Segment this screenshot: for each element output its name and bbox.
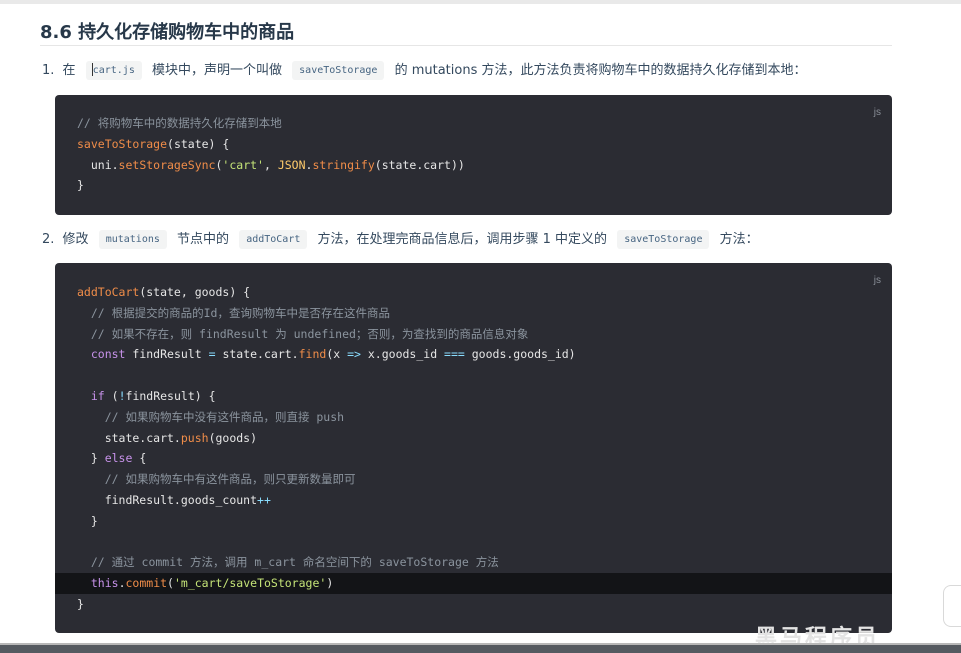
code-line: findResult.goods_count++	[55, 490, 892, 511]
code-token: (state, goods) {	[139, 285, 251, 299]
code-token: }	[77, 178, 84, 193]
code-line: this.commit('m_cart/saveToStorage')	[55, 573, 892, 594]
code-line: // 如果购物车中有这件商品，则只更新数量即可	[55, 469, 892, 490]
step-2: 2. 修改 mutations 节点中的 addToCart 方法，在处理完商品…	[42, 230, 759, 250]
inline-code-cart-js: cart.js	[85, 61, 142, 80]
code-token: else	[104, 451, 133, 466]
code-token: // 根据提交的商品的Id，查询购物车中是否存在这件商品	[77, 305, 390, 320]
code-line: // 如果购物车中没有这件商品，则直接 push	[55, 407, 892, 428]
code-token: if	[90, 388, 105, 403]
code-token: // 通过 commit 方法，调用 m_cart 命名空间下的 saveToS…	[77, 555, 499, 570]
code-line: const findResult = state.cart.find(x => …	[55, 344, 892, 365]
code-token: (x	[326, 347, 348, 362]
code-token: 'cart'	[222, 157, 264, 172]
inline-code-addtocart: addToCart	[239, 230, 308, 249]
inline-code-savetostorage: saveToStorage	[617, 230, 710, 249]
top-scroll-edge	[0, 0, 961, 4]
code-token: // 如果不存在，则 findResult 为 undefined；否则，为查找…	[77, 326, 529, 341]
code-token: (state.cart))	[374, 157, 465, 172]
code-token: (state) {	[167, 136, 230, 151]
code-line: uni.setStorageSync('cart', JSON.stringif…	[55, 155, 892, 176]
heading-divider	[40, 45, 892, 46]
step-text: 在	[62, 63, 76, 78]
step-text: 的 mutations 方法，此方法负责将购物车中的数据持久化存储到本地：	[394, 63, 807, 78]
code-line: // 通过 commit 方法，调用 m_cart 命名空间下的 saveToS…	[55, 552, 892, 573]
code-token: stringify	[312, 157, 375, 172]
inline-code-savetostorage: saveToStorage	[292, 61, 385, 80]
code-token: setStorageSync	[118, 157, 216, 172]
code-token: x.goods_id	[360, 347, 445, 362]
code-token: (	[167, 576, 174, 591]
side-float-button[interactable]	[943, 585, 961, 627]
code-content[interactable]: // 将购物车中的数据持久化存储到本地 saveToStorage(state) …	[55, 95, 892, 196]
code-line: } else {	[55, 448, 892, 469]
code-line: // 如果不存在，则 findResult 为 undefined；否则，为查找…	[55, 324, 892, 345]
step-text: 模块中，声明一个叫做	[152, 63, 283, 78]
code-token: // 如果购物车中没有这件商品，则直接 push	[77, 409, 345, 424]
code-line: }	[55, 511, 892, 532]
code-token: state.cart.	[77, 430, 181, 445]
bottom-scrollbar[interactable]	[0, 645, 961, 653]
code-token: findResult.goods_count	[77, 492, 258, 507]
step-text: 方法：	[719, 232, 759, 247]
code-token: ,	[263, 157, 278, 172]
code-token: (	[104, 388, 119, 403]
code-token: push	[180, 430, 209, 445]
code-token: =>	[347, 347, 361, 362]
step-text: 修改	[62, 232, 89, 247]
code-token: // 将购物车中的数据持久化存储到本地	[77, 116, 282, 130]
code-content[interactable]: addToCart(state, goods) { // 根据提交的商品的Id，…	[55, 263, 892, 615]
code-token: !	[118, 388, 126, 403]
code-token: // 如果购物车中有这件商品，则只更新数量即可	[77, 472, 356, 487]
code-line: if (!findResult) {	[55, 386, 892, 407]
code-token: state.cart.	[215, 347, 299, 362]
code-language-label: js	[873, 275, 881, 286]
code-token: ===	[444, 347, 465, 362]
step-1: 1. 在 cart.js 模块中，声明一个叫做 saveToStorage 的 …	[42, 61, 806, 81]
step-text: 节点中的	[177, 232, 230, 247]
code-block-1[interactable]: js // 将购物车中的数据持久化存储到本地 saveToStorage(stat…	[55, 95, 892, 215]
code-token: }	[77, 451, 105, 466]
code-token: 'm_cart/saveToStorage'	[173, 576, 327, 591]
code-token: ++	[257, 492, 271, 507]
code-token: findResult) {	[125, 388, 216, 403]
code-token: =	[208, 347, 216, 362]
code-token: goods.goods_id)	[464, 347, 576, 362]
code-token: this	[90, 576, 119, 591]
step-number: 1.	[42, 63, 55, 78]
step-number: 2.	[42, 232, 55, 247]
code-token: addToCart	[77, 285, 140, 299]
text-cursor-icon	[92, 63, 93, 76]
inline-code-mutations: mutations	[98, 230, 167, 249]
code-token: uni.	[77, 157, 119, 172]
code-token: findResult	[125, 347, 209, 362]
code-line: }	[55, 175, 892, 196]
code-language-label: js	[873, 107, 881, 118]
code-token: }	[77, 596, 84, 611]
code-token: )	[326, 576, 334, 591]
code-line: // 将购物车中的数据持久化存储到本地	[55, 113, 892, 134]
code-token: commit	[125, 576, 168, 591]
code-token: JSON	[277, 157, 306, 172]
code-token: }	[77, 513, 98, 528]
code-token: .	[118, 576, 126, 591]
code-token: find	[298, 347, 327, 362]
code-line: saveToStorage(state) {	[55, 134, 892, 155]
code-token: (goods)	[208, 430, 258, 445]
step-text: 方法，在处理完商品信息后，调用步骤 1 中定义的	[317, 232, 608, 247]
code-token: const	[90, 347, 126, 362]
code-line: state.cart.push(goods)	[55, 428, 892, 449]
section-heading: 8.6 持久化存储购物车中的商品	[40, 22, 295, 43]
code-token: {	[132, 451, 147, 466]
code-block-2[interactable]: js addToCart(state, goods) { // 根据提交的商品的…	[55, 263, 892, 633]
code-line: addToCart(state, goods) {	[55, 282, 892, 303]
code-line: // 根据提交的商品的Id，查询购物车中是否存在这件商品	[55, 303, 892, 324]
code-line: }	[55, 594, 892, 615]
code-token: saveToStorage	[77, 136, 168, 151]
